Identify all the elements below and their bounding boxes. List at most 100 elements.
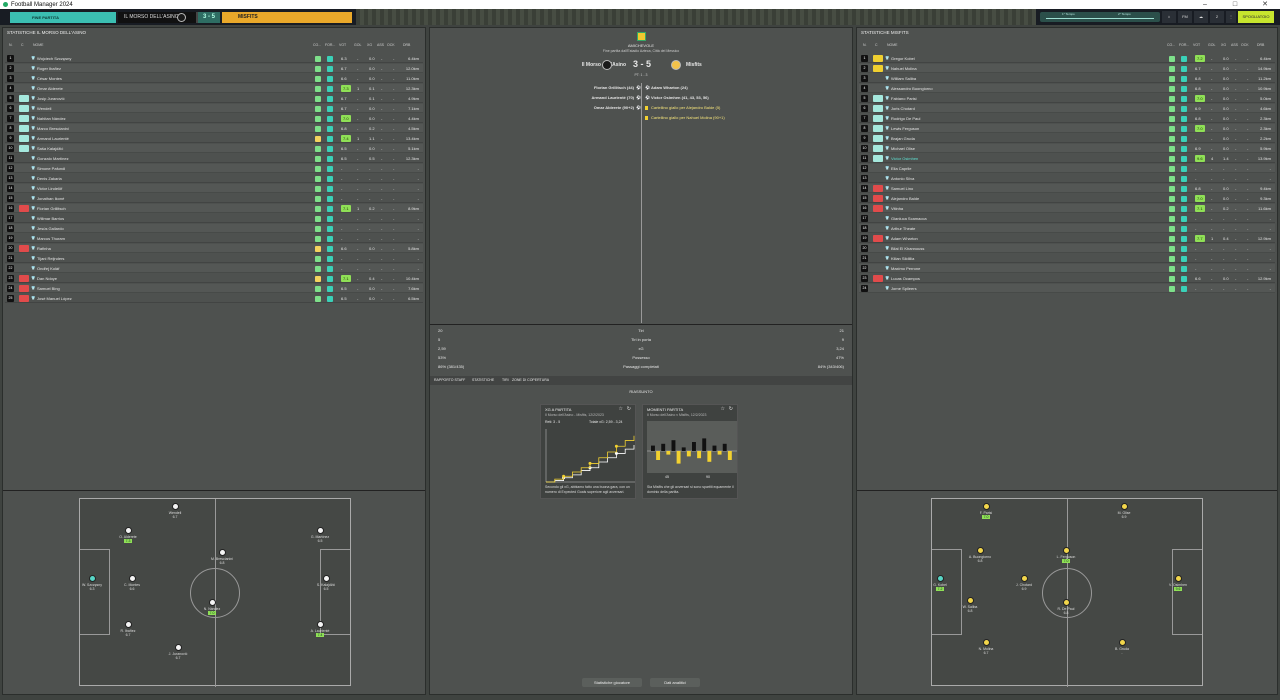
col-drb[interactable]: DRB <box>1257 43 1264 47</box>
player-name[interactable]: Michael Olise <box>891 144 915 153</box>
away-team-label[interactable]: Misfits <box>686 62 702 68</box>
player-name[interactable]: Alessandro Buongiorno <box>891 84 933 93</box>
col-cond[interactable]: C <box>21 43 24 47</box>
col-cond[interactable]: C <box>875 43 878 47</box>
player-row[interactable]: 18 👕 Jesús Gallardo - - - - - - <box>5 224 423 233</box>
player-row[interactable]: 13 👕 Antonio Silva - - - - - - <box>859 174 1275 183</box>
player-name[interactable]: Willmar Barrios <box>37 214 64 223</box>
player-name[interactable]: Antonio Silva <box>891 174 914 183</box>
player-name[interactable]: Vitinha <box>891 204 903 213</box>
analytics-button[interactable]: Dati analitici <box>650 678 700 687</box>
col-num[interactable]: N. <box>863 43 867 47</box>
player-row[interactable]: 8 👕 Lewis Ferguson 7.0 - 0.0 - - 2.3km <box>859 124 1275 133</box>
player-row[interactable]: 18 👕 Arthur Theate - - - - - - <box>859 224 1275 233</box>
player-row[interactable]: 21 👕 Kilian Sildillia - - - - - - <box>859 254 1275 263</box>
pitch-player[interactable]: G. Martínez 6.5 <box>300 527 340 543</box>
col-ass[interactable]: ASS <box>1231 43 1238 47</box>
player-row[interactable]: 4 👕 Omar Alderete 7.3 1 0.1 - - 12.3km <box>5 84 423 93</box>
player-name[interactable]: Omar Alderete <box>37 84 63 93</box>
player-name[interactable]: Marcus Thuram <box>37 234 65 243</box>
player-row[interactable]: 5 👕 Fabiano Parisi 7.0 - 0.0 - - 5.0km <box>859 94 1275 103</box>
player-row[interactable]: 17 👕 Gianluca Scamacca - - - - - - <box>859 214 1275 223</box>
player-name[interactable]: Kilian Sildillia <box>891 254 914 263</box>
player-name[interactable]: Adam Wharton <box>891 234 918 243</box>
home-icon[interactable]: ⌂ <box>1162 11 1176 23</box>
pitch-player[interactable]: R. De Paul 6.8 <box>1046 599 1086 615</box>
player-name[interactable]: Joris Chotard <box>891 104 915 113</box>
player-row[interactable]: 20 👕 Bilal El Khannouss - - - - - - <box>859 244 1275 253</box>
player-name[interactable]: José Manuel López <box>37 294 72 303</box>
player-name[interactable]: Lucas Ocampos <box>891 274 920 283</box>
pitch-player[interactable]: L. Ferguson 7.0 <box>1046 547 1086 563</box>
col-co[interactable]: CO... <box>1167 43 1175 47</box>
player-name[interactable]: Tijani Reijnders <box>37 254 64 263</box>
col-name[interactable]: NOME <box>33 43 44 47</box>
player-name[interactable]: Alejandro Balde <box>891 194 919 203</box>
inbox-count[interactable]: 2 <box>1210 11 1224 23</box>
close-icon[interactable]: ✕ <box>1250 0 1280 9</box>
player-name[interactable]: Wendell <box>37 104 51 113</box>
player-name[interactable]: Rafinha <box>37 244 51 253</box>
player-row[interactable]: 7 👕 Rodrigo De Paul 6.8 - 0.0 - - 2.3km <box>859 114 1275 123</box>
player-name[interactable]: Victor Osimhen <box>891 154 918 163</box>
pitch-player[interactable]: Wendell 6.7 <box>155 503 195 519</box>
col-xg[interactable]: XG <box>367 43 372 47</box>
player-row[interactable]: 1 👕 Wojciech Szczęsny 6.3 - 0.0 - - 6.4km <box>5 54 423 63</box>
player-row[interactable]: 20 👕 Rafinha 6.6 - 0.0 - - 5.8km <box>5 244 423 253</box>
player-name[interactable]: Marco Brescianini <box>37 124 69 133</box>
pitch-player[interactable]: R. Ibañez 6.7 <box>108 621 148 637</box>
player-row[interactable]: 7 👕 Nahitan Nández 7.0 - 0.0 - - 4.4km <box>5 114 423 123</box>
player-name[interactable]: Victor Lindelöf <box>37 184 62 193</box>
pitch-player[interactable]: M. Olise 6.9 <box>1104 503 1144 519</box>
minimize-icon[interactable]: – <box>1190 0 1220 9</box>
xg-card[interactable]: XG A PARTITA ☆ ↻ Il Morso dell'Asino - M… <box>540 404 636 499</box>
player-name[interactable]: Armand Laurienté <box>37 134 69 143</box>
player-row[interactable]: 25 👕 José Manuel López 6.5 - 0.0 - - 6.5km <box>5 294 423 303</box>
player-row[interactable]: 8 👕 Marco Brescianini 6.8 - 0.2 - - 4.5km <box>5 124 423 133</box>
player-row[interactable]: 19 👕 Marcus Thuram - - - - - - <box>5 234 423 243</box>
player-name[interactable]: Simone Pafundi <box>37 164 65 173</box>
player-row[interactable]: 9 👕 Brajan Gruda - - 0.0 - - 2.2km <box>859 134 1275 143</box>
fm-button[interactable]: FM <box>1178 11 1192 23</box>
player-name[interactable]: Nahitan Nández <box>37 114 66 123</box>
player-row[interactable]: 22 👕 Ondřej Kolář - - - - - - <box>5 264 423 273</box>
player-row[interactable]: 5 👕 Josip Juranović 6.7 - 0.1 - - 4.9km <box>5 94 423 103</box>
pitch-player[interactable]: N. Molina 6.7 <box>966 639 1006 655</box>
player-row[interactable]: 6 👕 Joris Chotard 6.9 - 0.0 - - 4.6km <box>859 104 1275 113</box>
tab-statistics[interactable]: STATISTICHE <box>472 376 494 385</box>
player-row[interactable]: 21 👕 Tijani Reijnders - - - - - - <box>5 254 423 263</box>
player-name[interactable]: Wojciech Szczęsny <box>37 54 71 63</box>
pitch-player[interactable]: N. Nández 7.0 <box>192 599 232 615</box>
tab-coverage[interactable]: ZONE DI COPERTURA <box>512 376 549 385</box>
player-name[interactable]: Arthur Theate <box>891 224 915 233</box>
pitch-player[interactable]: J. Chotard 6.9 <box>1004 575 1044 591</box>
momentum-card[interactable]: MOMENTI PARTITA ☆ ↻ Il Morso dell'Asino … <box>642 404 738 499</box>
player-name[interactable]: Elia Caprile <box>891 164 911 173</box>
player-row[interactable]: 1 👕 Gregor Kobel 7.2 - 0.0 - - 6.4km <box>859 54 1275 63</box>
player-row[interactable]: 15 👕 Alejandro Balde 7.0 - 0.0 - - 9.3km <box>859 194 1275 203</box>
player-row[interactable]: 24 👕 Jorne Spileers - - - - - - <box>859 284 1275 293</box>
refresh-icon[interactable]: ↻ <box>627 406 631 412</box>
player-name[interactable]: Jonathan Ikoné <box>37 194 64 203</box>
refresh-icon[interactable]: ↻ <box>729 406 733 412</box>
player-name[interactable]: Denis Zakaria <box>37 174 62 183</box>
pitch-player[interactable]: W. Szczęsny 6.3 <box>72 575 112 591</box>
maximize-icon[interactable]: □ <box>1220 0 1250 9</box>
player-row[interactable]: 14 👕 Samuel Lino 6.8 - 0.0 - - 9.4km <box>859 184 1275 193</box>
pitch-player[interactable]: J. Juranović 6.7 <box>158 644 198 660</box>
player-row[interactable]: 6 👕 Wendell 6.7 - 0.0 - - 7.1km <box>5 104 423 113</box>
player-row[interactable]: 23 👕 Lucas Ocampos 6.6 - 0.0 - - 12.9km <box>859 274 1275 283</box>
player-row[interactable]: 23 👕 Dan Ndoye 7.1 - 0.4 - - 10.4km <box>5 274 423 283</box>
player-name[interactable]: Samuel Lino <box>891 184 913 193</box>
player-name[interactable]: Dan Ndoye <box>37 274 57 283</box>
col-gol[interactable]: GOL <box>1208 43 1215 47</box>
menu-icon[interactable]: ⋮ <box>1226 11 1236 23</box>
cloud-icon[interactable]: ☁ <box>1194 11 1208 23</box>
player-row[interactable]: 11 👕 Gonzalo Martínez 6.5 - 0.5 - - 12.3km <box>5 154 423 163</box>
col-gol[interactable]: GOL <box>354 43 361 47</box>
pitch-player[interactable]: O. Alderete 7.3 <box>108 527 148 543</box>
player-stats-button[interactable]: Statistiche giocatore <box>582 678 642 687</box>
dressing-room-button[interactable]: SPOGLIATOIO <box>1238 11 1274 23</box>
pitch-player[interactable]: C. Montes 6.6 <box>112 575 152 591</box>
player-row[interactable]: 2 👕 Nahuel Molina 6.7 - 0.0 - - 14.9km <box>859 64 1275 73</box>
